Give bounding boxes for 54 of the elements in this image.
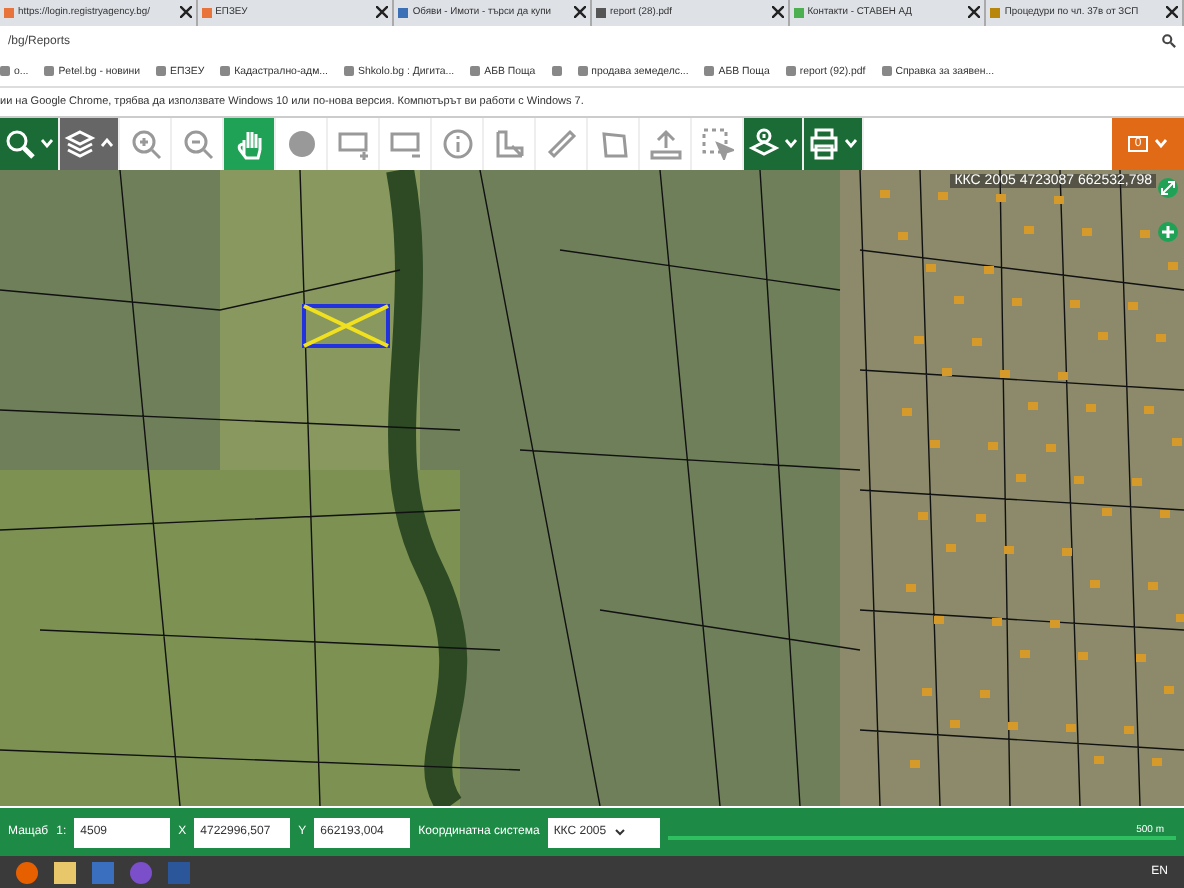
dropdown-button[interactable] xyxy=(804,117,864,170)
dropdown-button[interactable] xyxy=(744,117,804,170)
rectangle-minus-icon xyxy=(389,127,421,160)
tool-button[interactable] xyxy=(224,117,276,170)
close-icon[interactable] xyxy=(179,6,192,19)
close-icon[interactable] xyxy=(574,6,587,19)
upload-icon xyxy=(649,127,681,160)
site-icon xyxy=(398,7,409,18)
dropdown-button[interactable] xyxy=(0,117,60,170)
site-icon xyxy=(990,7,1001,18)
selection-icon xyxy=(701,127,733,160)
close-icon[interactable] xyxy=(968,6,981,19)
caret-icon xyxy=(40,138,54,149)
caret-icon xyxy=(784,138,798,149)
bookmark-icon xyxy=(156,66,167,77)
search-icon xyxy=(4,127,36,160)
bookmark-icon xyxy=(881,66,892,77)
zoom-out-icon xyxy=(181,127,213,160)
site-icon xyxy=(793,7,804,18)
site-icon xyxy=(596,7,607,18)
zoom-in-icon xyxy=(129,127,161,160)
layer-info-icon xyxy=(748,127,780,160)
layers-icon xyxy=(64,127,96,160)
hand-icon xyxy=(233,127,265,160)
site-icon xyxy=(4,7,14,18)
ruler-icon xyxy=(545,127,577,160)
computer-icon[interactable] xyxy=(92,861,114,883)
caret-icon xyxy=(614,828,627,836)
bookmark-icon xyxy=(220,66,231,77)
site-icon xyxy=(201,7,212,18)
bookmark-icon xyxy=(551,66,562,77)
browser-icon[interactable] xyxy=(16,861,38,883)
close-icon[interactable] xyxy=(771,6,784,19)
bookmark-icon xyxy=(44,66,55,77)
bookmark-icon xyxy=(0,66,10,77)
bookmark[interactable] xyxy=(551,66,562,77)
bookmark-icon xyxy=(577,66,588,77)
printer-icon xyxy=(808,127,840,160)
caret-icon xyxy=(844,138,858,149)
bookmark-icon xyxy=(470,66,481,77)
close-icon[interactable] xyxy=(1166,6,1179,19)
dropdown-button[interactable] xyxy=(60,117,120,170)
phone-chat-icon[interactable] xyxy=(130,861,152,883)
close-icon[interactable] xyxy=(376,6,389,19)
polygon-icon xyxy=(597,127,629,160)
bookmark-icon xyxy=(343,66,354,77)
caret-icon xyxy=(100,138,114,149)
bookmark-icon xyxy=(785,66,796,77)
info-icon xyxy=(441,127,473,160)
bookmark-icon xyxy=(704,66,715,77)
folder-icon[interactable] xyxy=(54,861,76,883)
rectangle-plus-icon xyxy=(337,127,369,160)
search-icon[interactable] xyxy=(1162,34,1176,49)
caret-icon xyxy=(1153,138,1168,149)
